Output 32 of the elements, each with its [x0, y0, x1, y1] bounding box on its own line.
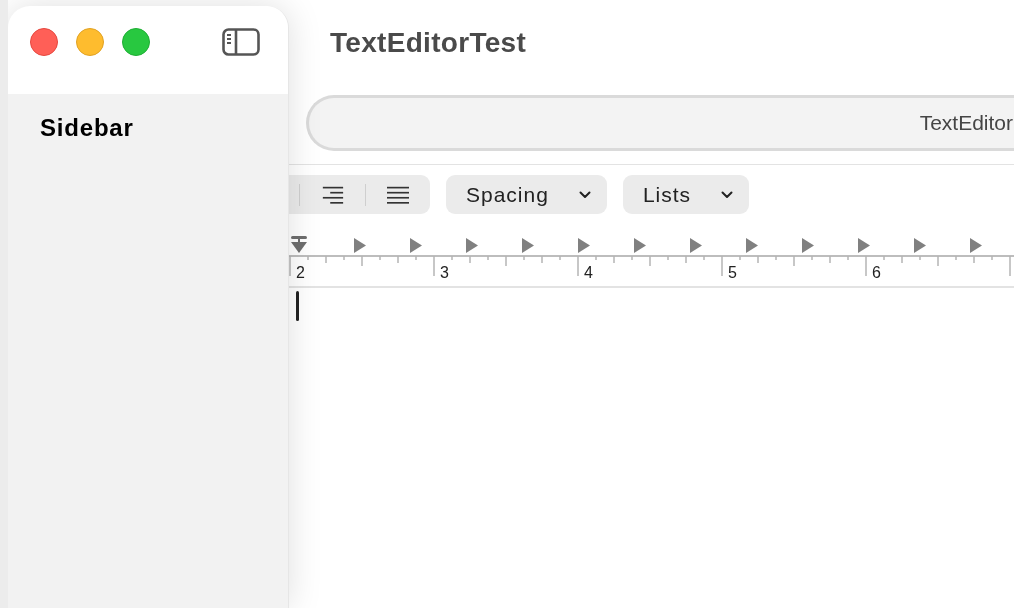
tab-stop-icon[interactable]: [858, 238, 870, 253]
sidebar-toggle-icon[interactable]: [222, 28, 260, 56]
ruler-number: 5: [728, 264, 737, 282]
chevron-down-icon: [578, 190, 591, 199]
indent-marker-icon[interactable]: [291, 236, 307, 253]
sidebar-title: Sidebar: [40, 114, 134, 141]
tab-stop-icon[interactable]: [802, 238, 814, 253]
zoom-window-icon[interactable]: [122, 28, 150, 56]
ruler-number: 3: [440, 264, 449, 282]
tab-stop-icon[interactable]: [634, 238, 646, 253]
tab-stop-icon[interactable]: [746, 238, 758, 253]
toolbar-field[interactable]: TextEditor: [306, 95, 1014, 151]
ruler-number: 6: [872, 264, 881, 282]
tab-stop-icon[interactable]: [914, 238, 926, 253]
chevron-down-icon: [721, 190, 734, 199]
dropdown-button[interactable]: Spacing: [446, 175, 607, 214]
tab-stop-icon[interactable]: [466, 238, 478, 253]
dropdown-button[interactable]: Lists: [622, 175, 750, 214]
tab-stop-icon[interactable]: [522, 238, 534, 253]
tab-stop-icon[interactable]: [690, 238, 702, 253]
text-cursor: [296, 291, 299, 321]
window-title: TextEditorTest: [330, 27, 527, 60]
tab-stop-icon[interactable]: [970, 238, 982, 253]
justify-icon[interactable]: [386, 184, 409, 205]
ruler-number: 2: [296, 264, 305, 282]
tab-stop-icon[interactable]: [354, 238, 366, 253]
align-right-icon[interactable]: [321, 184, 344, 205]
ruler-number: 4: [584, 264, 593, 282]
close-window-icon[interactable]: [30, 28, 58, 56]
tab-stop-icon[interactable]: [578, 238, 590, 253]
tab-stop-icon[interactable]: [410, 238, 422, 253]
minimize-window-icon[interactable]: [76, 28, 104, 56]
